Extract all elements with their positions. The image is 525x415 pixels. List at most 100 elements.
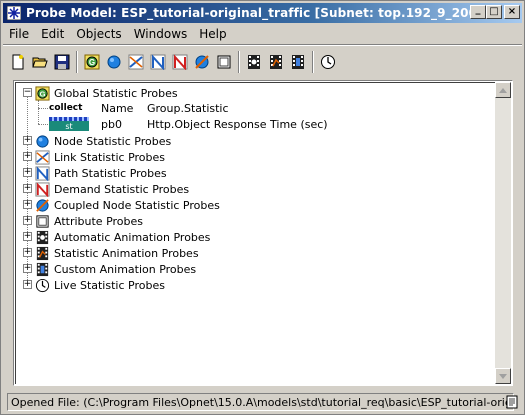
coupled-node-probe-button[interactable] (191, 51, 213, 73)
tree-item-link-statistic-probes[interactable]: Link Statistic Probes (34, 149, 165, 165)
coupled-node-probe-icon (34, 197, 50, 213)
expand-toggle[interactable]: + (23, 184, 32, 193)
toolbar-separator (76, 51, 78, 73)
tree-item-label: Global Statistic Probes (54, 86, 178, 100)
node-probe-button[interactable] (103, 51, 125, 73)
tree-item-demand-statistic-probes[interactable]: Demand Statistic Probes (34, 181, 189, 197)
collapse-toggle[interactable]: − (23, 88, 32, 97)
scroll-up-button[interactable] (495, 82, 511, 98)
maximize-icon: □ (489, 6, 499, 17)
tree-item-live-statistic-probes[interactable]: Live Statistic Probes (34, 277, 165, 293)
demand-statistic-probe-icon (172, 54, 188, 70)
tree-item-label: Attribute Probes (54, 214, 143, 228)
toolbar-separator (312, 51, 314, 73)
vertical-scrollbar[interactable] (495, 82, 511, 384)
attr-key-name: Name (101, 101, 134, 115)
expand-glyph: + (23, 135, 32, 145)
custom-animation-probe-button[interactable] (287, 51, 309, 73)
expand-toggle[interactable]: + (23, 200, 32, 209)
open-button[interactable] (29, 51, 51, 73)
statistic-animation-probe-button[interactable] (265, 51, 287, 73)
close-icon: × (507, 6, 517, 17)
menu-edit[interactable]: Edit (35, 25, 70, 43)
live-statistic-probe-button[interactable] (317, 51, 339, 73)
attr-key-id: pb0 (101, 117, 122, 131)
path-probe-button[interactable] (147, 51, 169, 73)
live-statistic-probe-icon (321, 55, 335, 69)
new-document-icon (12, 54, 24, 70)
expand-toggle[interactable]: + (23, 264, 32, 273)
tree-item-coupled-node-statistic-probes[interactable]: Coupled Node Statistic Probes (34, 197, 220, 213)
expand-toggle[interactable]: + (23, 152, 32, 161)
global-probe-button[interactable]: G (81, 51, 103, 73)
tree-item-statistic-animation-probes[interactable]: Statistic Animation Probes (34, 245, 199, 261)
title-bar[interactable]: Probe Model: ESP_tutorial-original_traff… (3, 3, 522, 23)
minimize-button[interactable]: _ (470, 5, 486, 19)
probe-tree[interactable]: − G Global Statistic Probes collect Name… (15, 82, 495, 384)
expand-toggle[interactable]: + (23, 280, 32, 289)
minimize-icon: _ (475, 4, 481, 15)
tree-item-global-statistic-probes[interactable]: G Global Statistic Probes (34, 85, 178, 101)
expand-glyph: + (23, 183, 32, 193)
tree-item-label: Node Statistic Probes (54, 134, 172, 148)
statistic-animation-probe-icon (270, 55, 282, 69)
expand-toggle[interactable]: + (23, 232, 32, 241)
global-statistic-probe-icon: G (84, 54, 100, 70)
menu-help[interactable]: Help (193, 25, 232, 43)
expand-glyph: + (23, 151, 32, 161)
probe-tree-panel: − G Global Statistic Probes collect Name… (13, 80, 513, 386)
attr-value-statistic: Http.Object Response Time (sec) (147, 117, 328, 131)
expand-toggle[interactable]: + (23, 168, 32, 177)
automatic-animation-probe-icon (248, 55, 260, 69)
expand-toggle[interactable]: + (23, 248, 32, 257)
automatic-animation-probe-button[interactable] (243, 51, 265, 73)
tree-item-node-statistic-probes[interactable]: Node Statistic Probes (34, 133, 171, 149)
close-button[interactable]: × (504, 5, 520, 19)
tree-item-automatic-animation-probes[interactable]: Automatic Animation Probes (34, 229, 210, 245)
app-icon[interactable] (6, 5, 22, 21)
probe-tag-collect[interactable]: collect Name Group.Statistic (49, 101, 229, 115)
menu-windows[interactable]: Windows (128, 25, 194, 43)
attribute-probe-icon (34, 213, 50, 229)
expand-glyph: + (23, 215, 32, 225)
maximize-button[interactable]: □ (486, 5, 502, 19)
menu-file[interactable]: File (3, 25, 35, 43)
menu-objects[interactable]: Objects (70, 25, 127, 43)
coupled-node-probe-icon (195, 55, 209, 69)
scroll-down-button[interactable] (495, 368, 511, 384)
demand-probe-button[interactable] (169, 51, 191, 73)
automatic-animation-probe-icon (34, 229, 50, 245)
expand-glyph: + (23, 279, 32, 289)
window-title: Probe Model: ESP_tutorial-original_traff… (26, 6, 483, 20)
tree-item-label: Live Statistic Probes (54, 278, 165, 292)
tree-item-attribute-probes[interactable]: Attribute Probes (34, 213, 143, 229)
expand-glyph: + (23, 247, 32, 257)
attr-value-name: Group.Statistic (147, 101, 229, 115)
tree-item-custom-animation-probes[interactable]: Custom Animation Probes (34, 261, 196, 277)
collect-tag: collect (49, 103, 83, 113)
tree-item-label: Automatic Animation Probes (54, 230, 211, 244)
status-bar: Opened File: (C:\Program Files\Opnet\15.… (7, 393, 514, 411)
arrow-down-icon (499, 373, 507, 379)
expand-glyph: + (23, 167, 32, 177)
link-probe-button[interactable] (125, 51, 147, 73)
custom-animation-probe-icon (34, 261, 50, 277)
tree-item-label: Coupled Node Statistic Probes (54, 198, 220, 212)
path-probe-icon (34, 165, 50, 181)
collapse-glyph: − (23, 87, 32, 97)
node-probe-icon (34, 133, 50, 149)
expand-toggle[interactable]: + (23, 136, 32, 145)
statistic-animation-probe-icon (34, 245, 50, 261)
svg-text:G: G (89, 58, 95, 67)
new-button[interactable] (7, 51, 29, 73)
open-folder-icon (32, 57, 48, 68)
tree-item-path-statistic-probes[interactable]: Path Statistic Probes (34, 165, 167, 181)
attribute-probe-button[interactable] (213, 51, 235, 73)
arrow-up-icon (499, 87, 507, 93)
probe-model-window: Probe Model: ESP_tutorial-original_traff… (0, 0, 525, 415)
save-button[interactable] (51, 51, 73, 73)
status-page-icon[interactable] (505, 395, 519, 409)
expand-toggle[interactable]: + (23, 216, 32, 225)
probe-entry-pb0[interactable]: st pb0 Http.Object Response Time (sec) (49, 117, 328, 131)
live-statistic-probe-icon (34, 277, 50, 293)
